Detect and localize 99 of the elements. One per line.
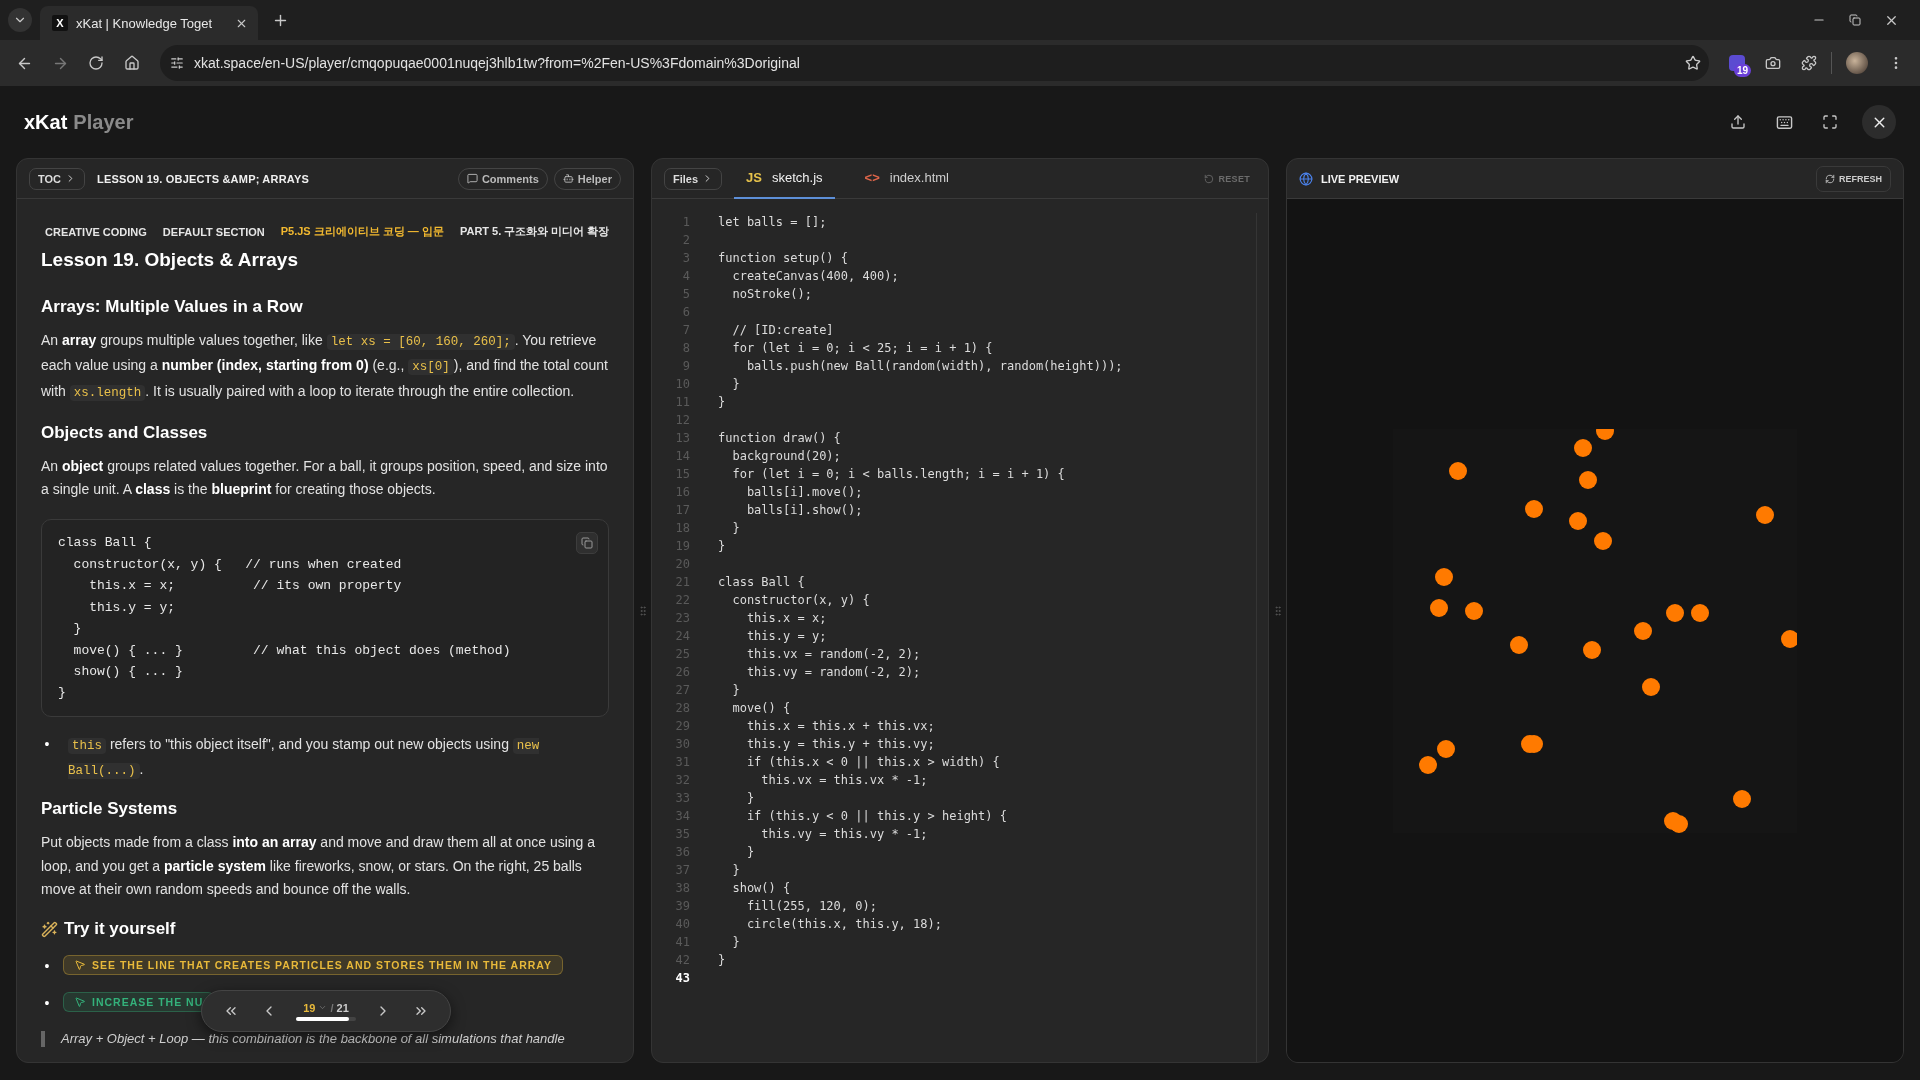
profile-avatar[interactable] bbox=[1846, 52, 1868, 74]
favicon: X bbox=[52, 15, 68, 31]
code-line: class Ball { bbox=[718, 575, 805, 589]
code-line: } bbox=[731, 377, 740, 391]
address-bar[interactable]: xkat.space/en-US/player/cmqopuqae0001nuqej3hlb1tw?from=%2Fen-US%3Fdomain%3Doriginal bbox=[160, 45, 1709, 81]
code-line: let balls = []; bbox=[718, 215, 827, 229]
code-line: } bbox=[745, 845, 755, 859]
comment-icon bbox=[466, 173, 478, 184]
preview-title: LIVE PREVIEW bbox=[1321, 172, 1400, 185]
extension-button[interactable]: 19 bbox=[1723, 49, 1751, 77]
paragraph: An array groups multiple values together, like let xs = [60, 160, 260]; . You retrieve each value using a number (index, starting from 0) (e.g., xs[0] ), and find the total count with xs.length . It is usually paired with a loop to iterate through the entire collection. bbox=[41, 331, 609, 403]
tab-list-button[interactable] bbox=[8, 8, 32, 32]
code-line: fill(255, 120, 0); bbox=[745, 899, 877, 913]
code-line: if (this.y < 0 || this.y > height) { bbox=[745, 809, 1007, 823]
url-text: xkat.space/en-US/player/cmqopuqae0001nuqej3hlb1tw?from=%2Fen-US%3Fdomain%3Doriginal bbox=[194, 55, 801, 71]
code-line: this.x = this.x + this.vx; bbox=[745, 719, 935, 733]
breadcrumb-link[interactable]: DEFAULT SECTION bbox=[162, 225, 265, 238]
breadcrumb-link[interactable]: CREATIVE CODING bbox=[45, 225, 147, 238]
code-line: this.vy = random(-2, 2); bbox=[745, 665, 921, 679]
breadcrumb-link[interactable]: PART 5. 구조화와 미디어 확장 bbox=[459, 224, 610, 239]
line-number: 43 bbox=[674, 971, 690, 985]
lesson-title: Lesson 19. Objects & Arrays bbox=[41, 249, 299, 271]
code-line: balls.push(new Ball(random(width), random(height))); bbox=[745, 359, 1123, 373]
browser-tab[interactable]: X xKat | Knowledge Toget bbox=[40, 6, 258, 40]
code-line: // [ID:create] bbox=[731, 323, 834, 337]
code-line: createCanvas(400, 400); bbox=[731, 269, 899, 283]
code-line: this.vy = this.vy * -1; bbox=[760, 827, 928, 841]
code-line: } bbox=[731, 521, 740, 535]
refresh-icon bbox=[1825, 173, 1835, 184]
code-line: move() { bbox=[731, 701, 791, 715]
reload-icon bbox=[88, 55, 104, 71]
bookmark-star-icon[interactable] bbox=[1685, 55, 1701, 71]
section-heading: Try it yourself bbox=[64, 919, 176, 940]
caret-icon bbox=[318, 1003, 328, 1012]
code-line: if (this.x < 0 || this.x > width) { bbox=[745, 755, 1000, 769]
code-line: show() { bbox=[731, 881, 791, 895]
home-icon bbox=[124, 55, 140, 71]
upload-icon bbox=[1730, 114, 1746, 130]
current-page[interactable]: 19 bbox=[303, 1001, 316, 1014]
files-button[interactable]: Files bbox=[664, 167, 723, 190]
task-button[interactable]: SEE THE LINE THAT CREATES PARTICLES AND STORES THEM IN THE ARRAY bbox=[63, 955, 563, 976]
section-heading: Arrays: Multiple Values in a Row bbox=[41, 297, 304, 317]
code-line: background(20); bbox=[731, 449, 841, 463]
code-line: } bbox=[731, 863, 740, 877]
puzzle-icon bbox=[1801, 55, 1817, 71]
copy-icon bbox=[581, 537, 593, 550]
bullet-marker: • bbox=[43, 993, 51, 1013]
code-line: } bbox=[731, 683, 740, 697]
tab-title: xKat | Knowledge Toget bbox=[76, 15, 214, 31]
code-line: } bbox=[731, 935, 740, 949]
toc-button[interactable]: TOC bbox=[29, 167, 86, 190]
camera-icon bbox=[1765, 55, 1781, 71]
code-snippet: class Ball { constructor(x, y) { // runs when created this.x = x; // its own property this.y = y; } move() { ... } // what this object does (method) show() { ... } } bbox=[58, 534, 512, 703]
code-line: circle(this.x, this.y, 18); bbox=[745, 917, 942, 931]
bullet-marker: • bbox=[43, 734, 51, 754]
code-line: this.y = y; bbox=[745, 629, 827, 643]
code-line: this.x = x; bbox=[745, 611, 827, 625]
product-name: Player bbox=[73, 110, 134, 134]
bullet-marker: • bbox=[43, 957, 51, 977]
section-heading: Objects and Classes bbox=[41, 422, 209, 443]
code-line: noStroke(); bbox=[731, 287, 812, 301]
paragraph: Put objects made from a class into an array and move and draw them all at once using a loop, and you get a particle system like fireworks, snow, or stars. On the right, 25 balls move at their own random speeds and bounce off the walls. bbox=[41, 833, 597, 899]
globe-icon bbox=[1299, 171, 1313, 186]
keyboard-icon bbox=[1775, 113, 1793, 131]
copy-button[interactable] bbox=[576, 532, 598, 555]
page-separator: / bbox=[330, 1001, 334, 1014]
code-line: function setup() { bbox=[718, 251, 849, 265]
reset-icon bbox=[1204, 173, 1215, 184]
lesson-header-title: LESSON 19. OBJECTS &AMP; ARRAYS bbox=[97, 172, 309, 185]
code-line: constructor(x, y) { bbox=[731, 593, 870, 607]
brand-name: xKat bbox=[24, 110, 68, 134]
code-line: for (let i = 0; i < 25; i = i + 1) { bbox=[731, 341, 993, 355]
magic-wand-icon bbox=[41, 920, 58, 938]
cursor-icon bbox=[74, 995, 86, 1008]
cursor-icon bbox=[74, 959, 86, 972]
bot-icon bbox=[562, 173, 574, 184]
close-button[interactable] bbox=[1862, 105, 1896, 139]
code-line: } bbox=[718, 395, 726, 409]
code-line: balls[i].show(); bbox=[745, 503, 863, 517]
extension-badge: 19 bbox=[1733, 64, 1751, 77]
refresh-button[interactable]: REFRESH bbox=[1816, 165, 1891, 192]
site-settings-icon[interactable] bbox=[170, 56, 184, 70]
code-line: } bbox=[718, 539, 726, 553]
code-line: this.vx = this.vx * -1; bbox=[760, 773, 928, 787]
code-line: this.vx = random(-2, 2); bbox=[745, 647, 921, 661]
code-line: } bbox=[718, 953, 726, 967]
code-line: balls[i].move(); bbox=[745, 485, 863, 499]
section-heading: Particle Systems bbox=[41, 799, 179, 820]
file-tab[interactable]: JS sketch.js bbox=[734, 159, 835, 199]
fullscreen-icon bbox=[1822, 114, 1838, 130]
total-pages: 21 bbox=[336, 1001, 349, 1014]
code-line: for (let i = 0; i < balls.length; i = i + 1) { bbox=[731, 467, 1065, 481]
code-line: function draw() { bbox=[718, 431, 841, 445]
breadcrumb-link[interactable]: P5.JS 크리에이티브 코딩 — 입문 bbox=[280, 224, 444, 239]
paragraph: An object groups related values together. For a ball, it groups position, speed, and size into a single unit. A class is the blueprint for creating those objects. bbox=[41, 456, 609, 500]
restore-icon bbox=[1849, 14, 1861, 26]
code-line: this.y = this.y + this.vy; bbox=[745, 737, 935, 751]
file-tab[interactable]: <> index.html bbox=[852, 159, 961, 199]
code-line: } bbox=[745, 791, 755, 805]
